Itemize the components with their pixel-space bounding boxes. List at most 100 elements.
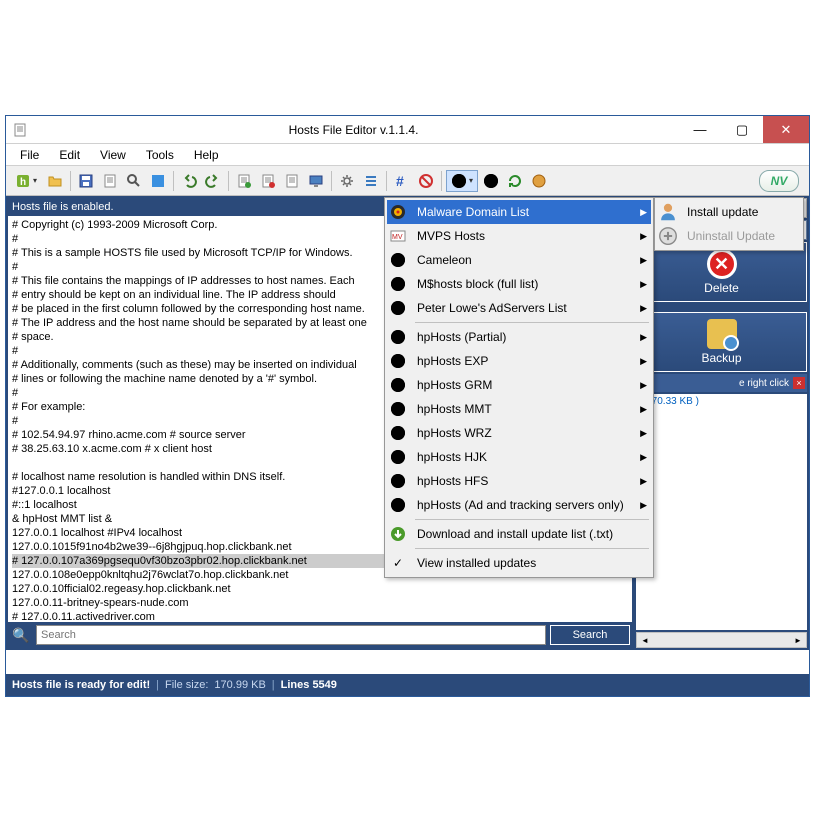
tool-undo-icon[interactable] (178, 170, 200, 192)
mvps-icon (387, 225, 409, 247)
dropdown-item[interactable]: hpHosts HJK▶ (387, 445, 651, 469)
tool-update-dropdown-icon[interactable] (446, 170, 478, 192)
status-bar: Hosts file is ready for edit! | File siz… (6, 674, 809, 696)
scroll-track[interactable] (653, 633, 790, 647)
globe-icon (387, 422, 409, 444)
backup-label: Backup (701, 351, 741, 365)
dropdown-item[interactable]: MVPS Hosts▶ (387, 224, 651, 248)
menu-tools[interactable]: Tools (136, 146, 184, 164)
dropdown-item[interactable]: hpHosts (Partial)▶ (387, 325, 651, 349)
scroll-left-icon[interactable]: ◄ (637, 633, 653, 647)
right-scrollbar[interactable]: ◄ ► (636, 632, 807, 648)
right-pane: ▾ ✕ Delete Backup e right click × ( 170.… (634, 196, 809, 650)
tool-world-icon[interactable] (480, 170, 502, 192)
tool-hash-icon[interactable] (391, 170, 413, 192)
dropdown-item-label: hpHosts HFS (417, 474, 488, 488)
menu-help[interactable]: Help (184, 146, 229, 164)
backup-button[interactable]: Backup (636, 312, 807, 372)
tool-redo-icon[interactable] (202, 170, 224, 192)
dropdown-item-label: Download and install update list (.txt) (417, 527, 613, 541)
tool-open-icon[interactable] (44, 170, 66, 192)
menu-file[interactable]: File (10, 146, 49, 164)
backup-icon (707, 319, 737, 349)
menu-separator (415, 519, 649, 520)
maximize-button[interactable]: ▢ (721, 116, 763, 143)
delete-button[interactable]: ✕ Delete (636, 242, 807, 302)
title-bar: Hosts File Editor v.1.1.4. — ▢ ✕ (6, 116, 809, 144)
tool-props-icon[interactable] (281, 170, 303, 192)
dropdown-item[interactable]: hpHosts (Ad and tracking servers only) ▶ (387, 493, 651, 517)
tool-list-icon[interactable] (360, 170, 382, 192)
uninstall-icon (657, 225, 679, 247)
submenu-arrow-icon: ▶ (640, 255, 647, 266)
submenu-arrow-icon: ▶ (640, 476, 647, 487)
dropdown-item[interactable]: hpHosts HFS ▶ (387, 469, 651, 493)
update-submenu: Install update Uninstall Update (654, 197, 804, 251)
dropdown-item-label: hpHosts (Ad and tracking servers only) (417, 498, 624, 512)
minimize-button[interactable]: — (679, 116, 721, 143)
tool-monitor-icon[interactable] (305, 170, 327, 192)
dropdown-item[interactable]: Malware Domain List▶ (387, 200, 651, 224)
submenu-arrow-icon: ▶ (640, 356, 647, 367)
dropdown-item[interactable]: Cameleon ▶ (387, 248, 651, 272)
menu-edit[interactable]: Edit (49, 146, 90, 164)
close-button[interactable]: ✕ (763, 116, 809, 143)
user-icon (657, 201, 679, 223)
tool-block-icon[interactable] (415, 170, 437, 192)
tool-favorite-icon[interactable] (147, 170, 169, 192)
submenu-install-update[interactable]: Install update (657, 200, 801, 224)
globe-icon (387, 297, 409, 319)
search-input[interactable] (36, 625, 546, 645)
toolbar-separator (441, 171, 442, 191)
menu-separator (415, 548, 649, 549)
down-icon (387, 523, 409, 545)
menu-separator (415, 322, 649, 323)
tool-delete-icon[interactable] (257, 170, 279, 192)
hosts-enabled-label: Hosts file is enabled. (12, 201, 114, 213)
app-icon (12, 122, 28, 138)
menu-view[interactable]: View (90, 146, 136, 164)
editor-line[interactable]: 127.0.0.11-britney-spears-nude.com (12, 596, 628, 610)
right-panel-hint: e right click (739, 378, 789, 389)
tool-refresh-icon[interactable] (504, 170, 526, 192)
right-backup-list[interactable]: ( 170.33 KB ) (636, 394, 807, 630)
dropdown-item[interactable]: hpHosts EXP▶ (387, 349, 651, 373)
tool-hosts-icon[interactable] (10, 170, 42, 192)
dropdown-item[interactable]: hpHosts GRM ▶ (387, 373, 651, 397)
dropdown-item-label: hpHosts MMT (417, 402, 492, 416)
toolbar-separator (331, 171, 332, 191)
dropdown-item[interactable]: M$hosts block (full list)▶ (387, 272, 651, 296)
search-row: 🔍 Search (8, 622, 632, 648)
tool-copy-icon[interactable] (99, 170, 121, 192)
editor-line[interactable]: # 127.0.0.11.activedriver.com (12, 610, 628, 622)
dropdown-item-label: Cameleon (417, 253, 472, 267)
tool-new-icon[interactable] (233, 170, 255, 192)
scroll-right-icon[interactable]: ► (790, 633, 806, 647)
globe-icon (387, 446, 409, 468)
globe-icon (387, 326, 409, 348)
submenu-arrow-icon: ▶ (640, 303, 647, 314)
tool-find-icon[interactable] (123, 170, 145, 192)
submenu-arrow-icon: ▶ (640, 500, 647, 511)
tool-save-icon[interactable] (75, 170, 97, 192)
dropdown-item-label: MVPS Hosts (417, 229, 485, 243)
submenu-arrow-icon: ▶ (640, 380, 647, 391)
tool-world2-icon[interactable] (528, 170, 550, 192)
editor-line[interactable]: 127.0.0.10fficial02.regeasy.hop.clickban… (12, 582, 628, 596)
submenu-arrow-icon: ▶ (640, 279, 647, 290)
dropdown-item[interactable]: Download and install update list (.txt) (387, 522, 651, 546)
uninstall-update-label: Uninstall Update (687, 229, 775, 243)
dropdown-item-label: View installed updates (417, 556, 536, 570)
delete-icon: ✕ (707, 249, 737, 279)
tool-settings-icon[interactable] (336, 170, 358, 192)
dropdown-item-label: hpHosts GRM (417, 378, 492, 392)
dropdown-item[interactable]: hpHosts WRZ▶ (387, 421, 651, 445)
globe-icon (387, 470, 409, 492)
dropdown-item[interactable]: hpHosts MMT▶ (387, 397, 651, 421)
right-panel-close-icon[interactable]: × (793, 377, 805, 389)
search-button[interactable]: Search (550, 625, 630, 645)
status-ready: Hosts file is ready for edit! (12, 679, 150, 691)
dropdown-item[interactable]: ✓View installed updates (387, 551, 651, 575)
dropdown-item[interactable]: Peter Lowe's AdServers List▶ (387, 296, 651, 320)
submenu-arrow-icon: ▶ (640, 332, 647, 343)
